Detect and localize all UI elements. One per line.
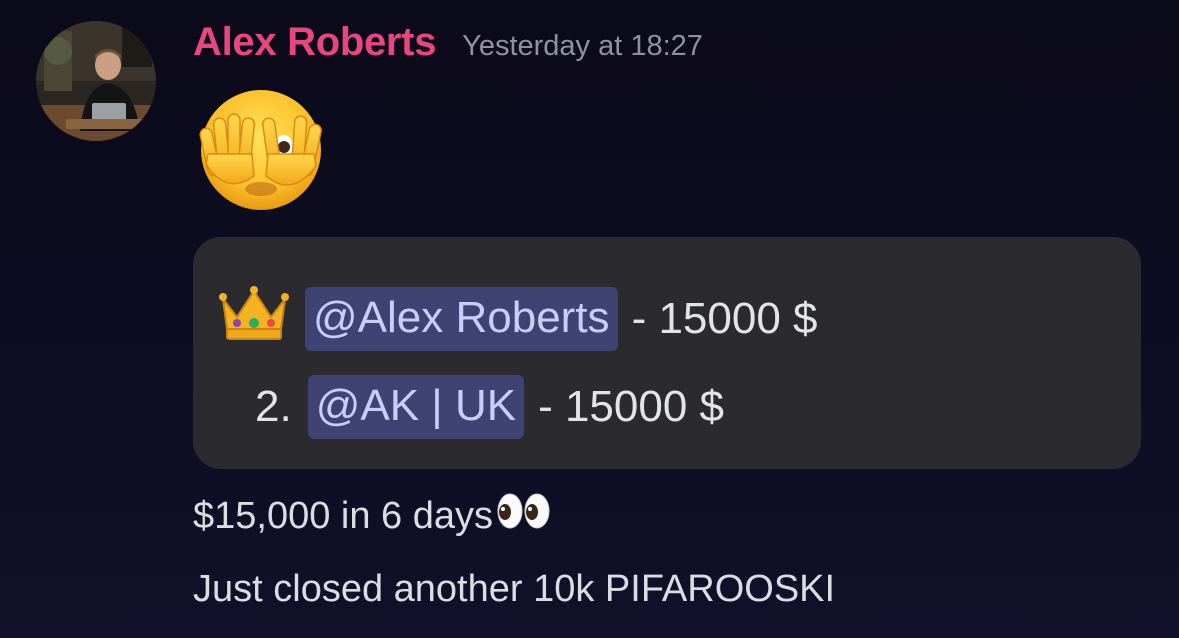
rank-label: 2. [255, 382, 292, 431]
leaderboard-row: @Alex Roberts - 15000 $ [217, 283, 818, 354]
message-timestamp: Yesterday at 18:27 [462, 30, 703, 62]
leaderboard-embed: @Alex Roberts - 15000 $ 2. @AK | UK - 15… [193, 237, 1141, 469]
message-text-line: $15,000 in 6 days [193, 491, 553, 541]
leaderboard-amount: - 15000 $ [538, 382, 725, 431]
leaderboard-row: 2. @AK | UK - 15000 $ [255, 375, 724, 439]
crown-icon [217, 283, 305, 354]
message-text: $15,000 in 6 days [193, 494, 494, 537]
user-mention[interactable]: @Alex Roberts [305, 286, 618, 351]
eyes-emoji-icon [493, 491, 553, 541]
avatar-photo-icon [36, 21, 156, 141]
user-avatar[interactable] [36, 21, 156, 141]
leaderboard-amount: - 15000 $ [631, 293, 818, 343]
message-text-line: Just closed another 10k PIFAROOSKI [193, 568, 835, 611]
user-mention[interactable]: @AK | UK [307, 375, 525, 439]
author-name[interactable]: Alex Roberts [193, 20, 436, 65]
message-header: Alex Roberts Yesterday at 18:27 [193, 20, 703, 65]
chat-message: Alex Roberts Yesterday at 18:27 @Alex Ro… [0, 0, 1179, 638]
face-with-hands-over-eyes-emoji-icon [196, 84, 326, 214]
message-text: Just closed another 10k PIFAROOSKI [193, 568, 836, 610]
